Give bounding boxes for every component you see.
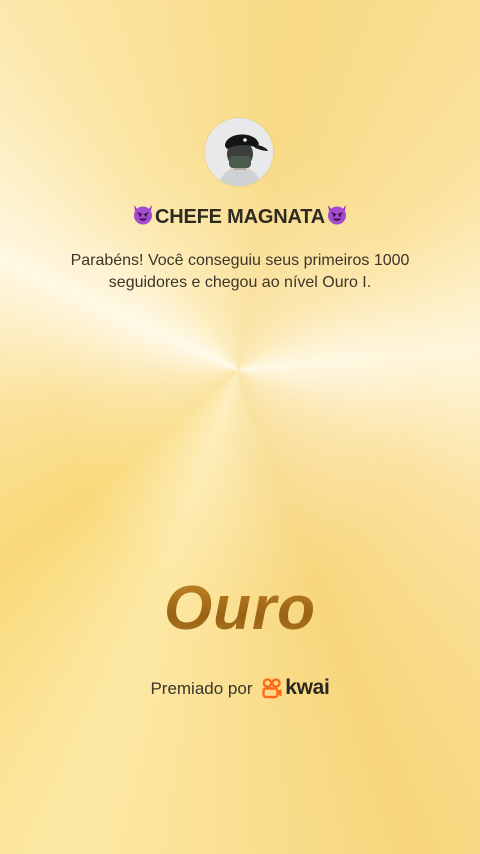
awarded-by-row: Premiado por kwai	[0, 676, 480, 700]
level-badge-title: Ouro	[0, 573, 480, 644]
kwai-logo-icon	[262, 678, 282, 699]
message-line-1: Parabéns! Você conseguiu seus primeiros …	[70, 252, 410, 269]
avatar[interactable]	[205, 118, 273, 186]
message-line-2: seguidores e chegou ao nível Ouro I.	[108, 274, 372, 291]
avatar-person-with-cap-icon	[205, 118, 273, 186]
kwai-brand-name: kwai	[285, 676, 330, 699]
congratulations-message: Parabéns! Você conseguiu seus primeiros …	[40, 250, 440, 294]
username-row: CHEFE MAGNATA	[0, 202, 480, 229]
username: CHEFE MAGNATA	[155, 206, 325, 228]
smiling-devil-emoji-icon	[134, 205, 152, 225]
smiling-devil-emoji-icon	[327, 205, 346, 225]
awarded-by-label: Premiado por	[150, 679, 253, 698]
